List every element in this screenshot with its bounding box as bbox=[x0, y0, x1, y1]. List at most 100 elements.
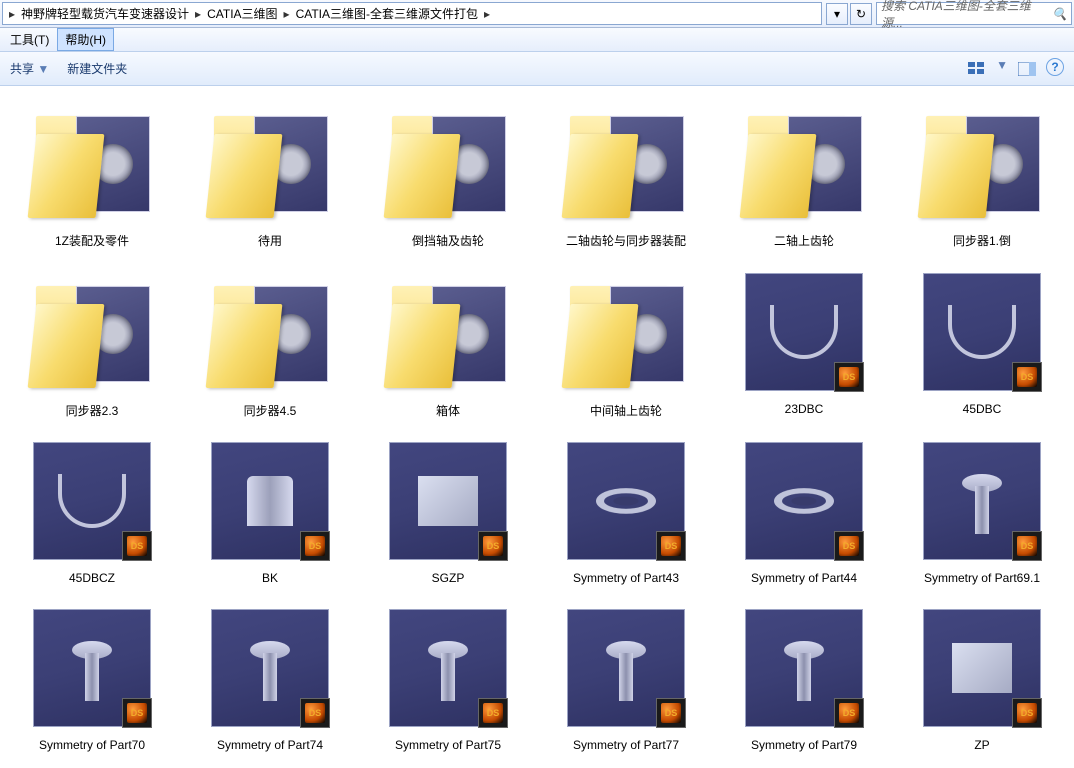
help-button[interactable]: ? bbox=[1046, 58, 1064, 76]
menu-bar: 工具(T) 帮助(H) bbox=[0, 28, 1074, 52]
search-icon[interactable]: 🔍 bbox=[1052, 7, 1067, 21]
file-item[interactable]: ZP bbox=[894, 600, 1070, 761]
folder-item[interactable]: 中间轴上齿轮 bbox=[538, 264, 714, 428]
file-item[interactable]: 23DBC bbox=[716, 264, 892, 428]
item-label: SGZP bbox=[432, 571, 465, 585]
item-label: 箱体 bbox=[436, 402, 460, 419]
file-item[interactable]: 45DBCZ bbox=[4, 433, 180, 594]
folder-item[interactable]: 同步器4.5 bbox=[182, 264, 358, 428]
item-label: 23DBC bbox=[785, 402, 824, 416]
part-thumbnail bbox=[740, 268, 868, 396]
address-buttons: ▾ ↻ bbox=[824, 0, 874, 27]
file-item[interactable]: Symmetry of Part43 bbox=[538, 433, 714, 594]
item-label: 45DBC bbox=[963, 402, 1002, 416]
item-label: ZP bbox=[974, 738, 989, 752]
file-item[interactable]: SGZP bbox=[360, 433, 536, 594]
item-label: Symmetry of Part75 bbox=[395, 738, 501, 752]
folder-icon bbox=[206, 98, 334, 226]
file-item[interactable]: 45DBC bbox=[894, 264, 1070, 428]
catia-badge-icon bbox=[1012, 362, 1042, 392]
preview-pane-button[interactable] bbox=[1016, 58, 1038, 80]
view-dropdown-icon[interactable]: ▼ bbox=[996, 58, 1008, 80]
item-label: 二轴上齿轮 bbox=[774, 232, 834, 249]
catia-badge-icon bbox=[1012, 531, 1042, 561]
item-label: 倒挡轴及齿轮 bbox=[412, 232, 484, 249]
folder-icon bbox=[206, 268, 334, 396]
folder-icon bbox=[562, 98, 690, 226]
item-label: 1Z装配及零件 bbox=[55, 232, 129, 249]
catia-badge-icon bbox=[122, 531, 152, 561]
catia-badge-icon bbox=[834, 362, 864, 392]
share-button[interactable]: 共享 ▼ bbox=[10, 60, 49, 77]
folder-icon bbox=[28, 98, 156, 226]
folder-item[interactable]: 同步器2.3 bbox=[4, 264, 180, 428]
file-item[interactable]: Symmetry of Part44 bbox=[716, 433, 892, 594]
folder-item[interactable]: 1Z装配及零件 bbox=[4, 94, 180, 258]
item-label: Symmetry of Part79 bbox=[751, 738, 857, 752]
catia-badge-icon bbox=[1012, 698, 1042, 728]
breadcrumb-item[interactable]: 神野牌轻型载货汽车变速器设计 bbox=[17, 5, 193, 22]
file-item[interactable]: Symmetry of Part79 bbox=[716, 600, 892, 761]
catia-badge-icon bbox=[656, 698, 686, 728]
item-label: 二轴齿轮与同步器装配 bbox=[566, 232, 686, 249]
part-thumbnail bbox=[28, 437, 156, 565]
new-folder-button[interactable]: 新建文件夹 bbox=[67, 60, 127, 77]
file-item[interactable]: Symmetry of Part77 bbox=[538, 600, 714, 761]
chevron-right-icon[interactable]: ▸ bbox=[282, 7, 292, 21]
view-options-button[interactable] bbox=[966, 58, 988, 80]
part-thumbnail bbox=[206, 604, 334, 732]
command-bar: 共享 ▼ 新建文件夹 ▼ ? bbox=[0, 52, 1074, 86]
file-item[interactable]: Symmetry of Part75 bbox=[360, 600, 536, 761]
item-label: 同步器4.5 bbox=[244, 402, 297, 419]
item-label: 中间轴上齿轮 bbox=[590, 402, 662, 419]
search-placeholder: 搜索 CATIA三维图-全套三维源... bbox=[881, 0, 1052, 31]
part-thumbnail bbox=[562, 604, 690, 732]
item-label: Symmetry of Part43 bbox=[573, 571, 679, 585]
menu-help[interactable]: 帮助(H) bbox=[57, 28, 114, 51]
file-grid: 1Z装配及零件 待用 倒挡轴及齿轮 二轴齿轮与同步器装配 二轴上齿轮 同步器1.倒同步器2… bbox=[0, 86, 1074, 768]
catia-badge-icon bbox=[300, 698, 330, 728]
item-label: Symmetry of Part74 bbox=[217, 738, 323, 752]
search-input[interactable]: 搜索 CATIA三维图-全套三维源... 🔍 bbox=[876, 2, 1072, 25]
folder-icon bbox=[918, 98, 1046, 226]
history-dropdown-button[interactable]: ▾ bbox=[826, 3, 848, 25]
chevron-right-icon[interactable]: ▸ bbox=[193, 7, 203, 21]
catia-badge-icon bbox=[122, 698, 152, 728]
folder-item[interactable]: 二轴齿轮与同步器装配 bbox=[538, 94, 714, 258]
breadcrumb-item[interactable]: CATIA三维图 bbox=[203, 5, 281, 22]
refresh-button[interactable]: ↻ bbox=[850, 3, 872, 25]
catia-badge-icon bbox=[656, 531, 686, 561]
part-thumbnail bbox=[28, 604, 156, 732]
chevron-right-icon[interactable]: ▸ bbox=[7, 7, 17, 21]
item-label: 待用 bbox=[258, 232, 282, 249]
folder-item[interactable]: 箱体 bbox=[360, 264, 536, 428]
folder-item[interactable]: 倒挡轴及齿轮 bbox=[360, 94, 536, 258]
folder-item[interactable]: 待用 bbox=[182, 94, 358, 258]
breadcrumb[interactable]: ▸ 神野牌轻型载货汽车变速器设计 ▸ CATIA三维图 ▸ CATIA三维图-全… bbox=[2, 2, 822, 25]
folder-icon bbox=[384, 98, 512, 226]
file-item[interactable]: Symmetry of Part69.1 bbox=[894, 433, 1070, 594]
folder-icon bbox=[28, 268, 156, 396]
folder-item[interactable]: 同步器1.倒 bbox=[894, 94, 1070, 258]
folder-item[interactable]: 二轴上齿轮 bbox=[716, 94, 892, 258]
catia-badge-icon bbox=[478, 698, 508, 728]
part-thumbnail bbox=[384, 604, 512, 732]
catia-badge-icon bbox=[834, 531, 864, 561]
address-bar: ▸ 神野牌轻型载货汽车变速器设计 ▸ CATIA三维图 ▸ CATIA三维图-全… bbox=[0, 0, 1074, 28]
folder-icon bbox=[384, 268, 512, 396]
chevron-right-icon[interactable]: ▸ bbox=[482, 7, 492, 21]
part-thumbnail bbox=[562, 437, 690, 565]
file-item[interactable]: Symmetry of Part70 bbox=[4, 600, 180, 761]
item-label: Symmetry of Part70 bbox=[39, 738, 145, 752]
item-label: Symmetry of Part69.1 bbox=[924, 571, 1040, 585]
item-label: Symmetry of Part77 bbox=[573, 738, 679, 752]
part-thumbnail bbox=[740, 437, 868, 565]
part-thumbnail bbox=[206, 437, 334, 565]
part-thumbnail bbox=[918, 437, 1046, 565]
menu-tools[interactable]: 工具(T) bbox=[2, 28, 57, 51]
file-item[interactable]: BK bbox=[182, 433, 358, 594]
item-label: 同步器1.倒 bbox=[953, 232, 1011, 249]
breadcrumb-item[interactable]: CATIA三维图-全套三维源文件打包 bbox=[292, 5, 482, 22]
file-item[interactable]: Symmetry of Part74 bbox=[182, 600, 358, 761]
folder-icon bbox=[740, 98, 868, 226]
